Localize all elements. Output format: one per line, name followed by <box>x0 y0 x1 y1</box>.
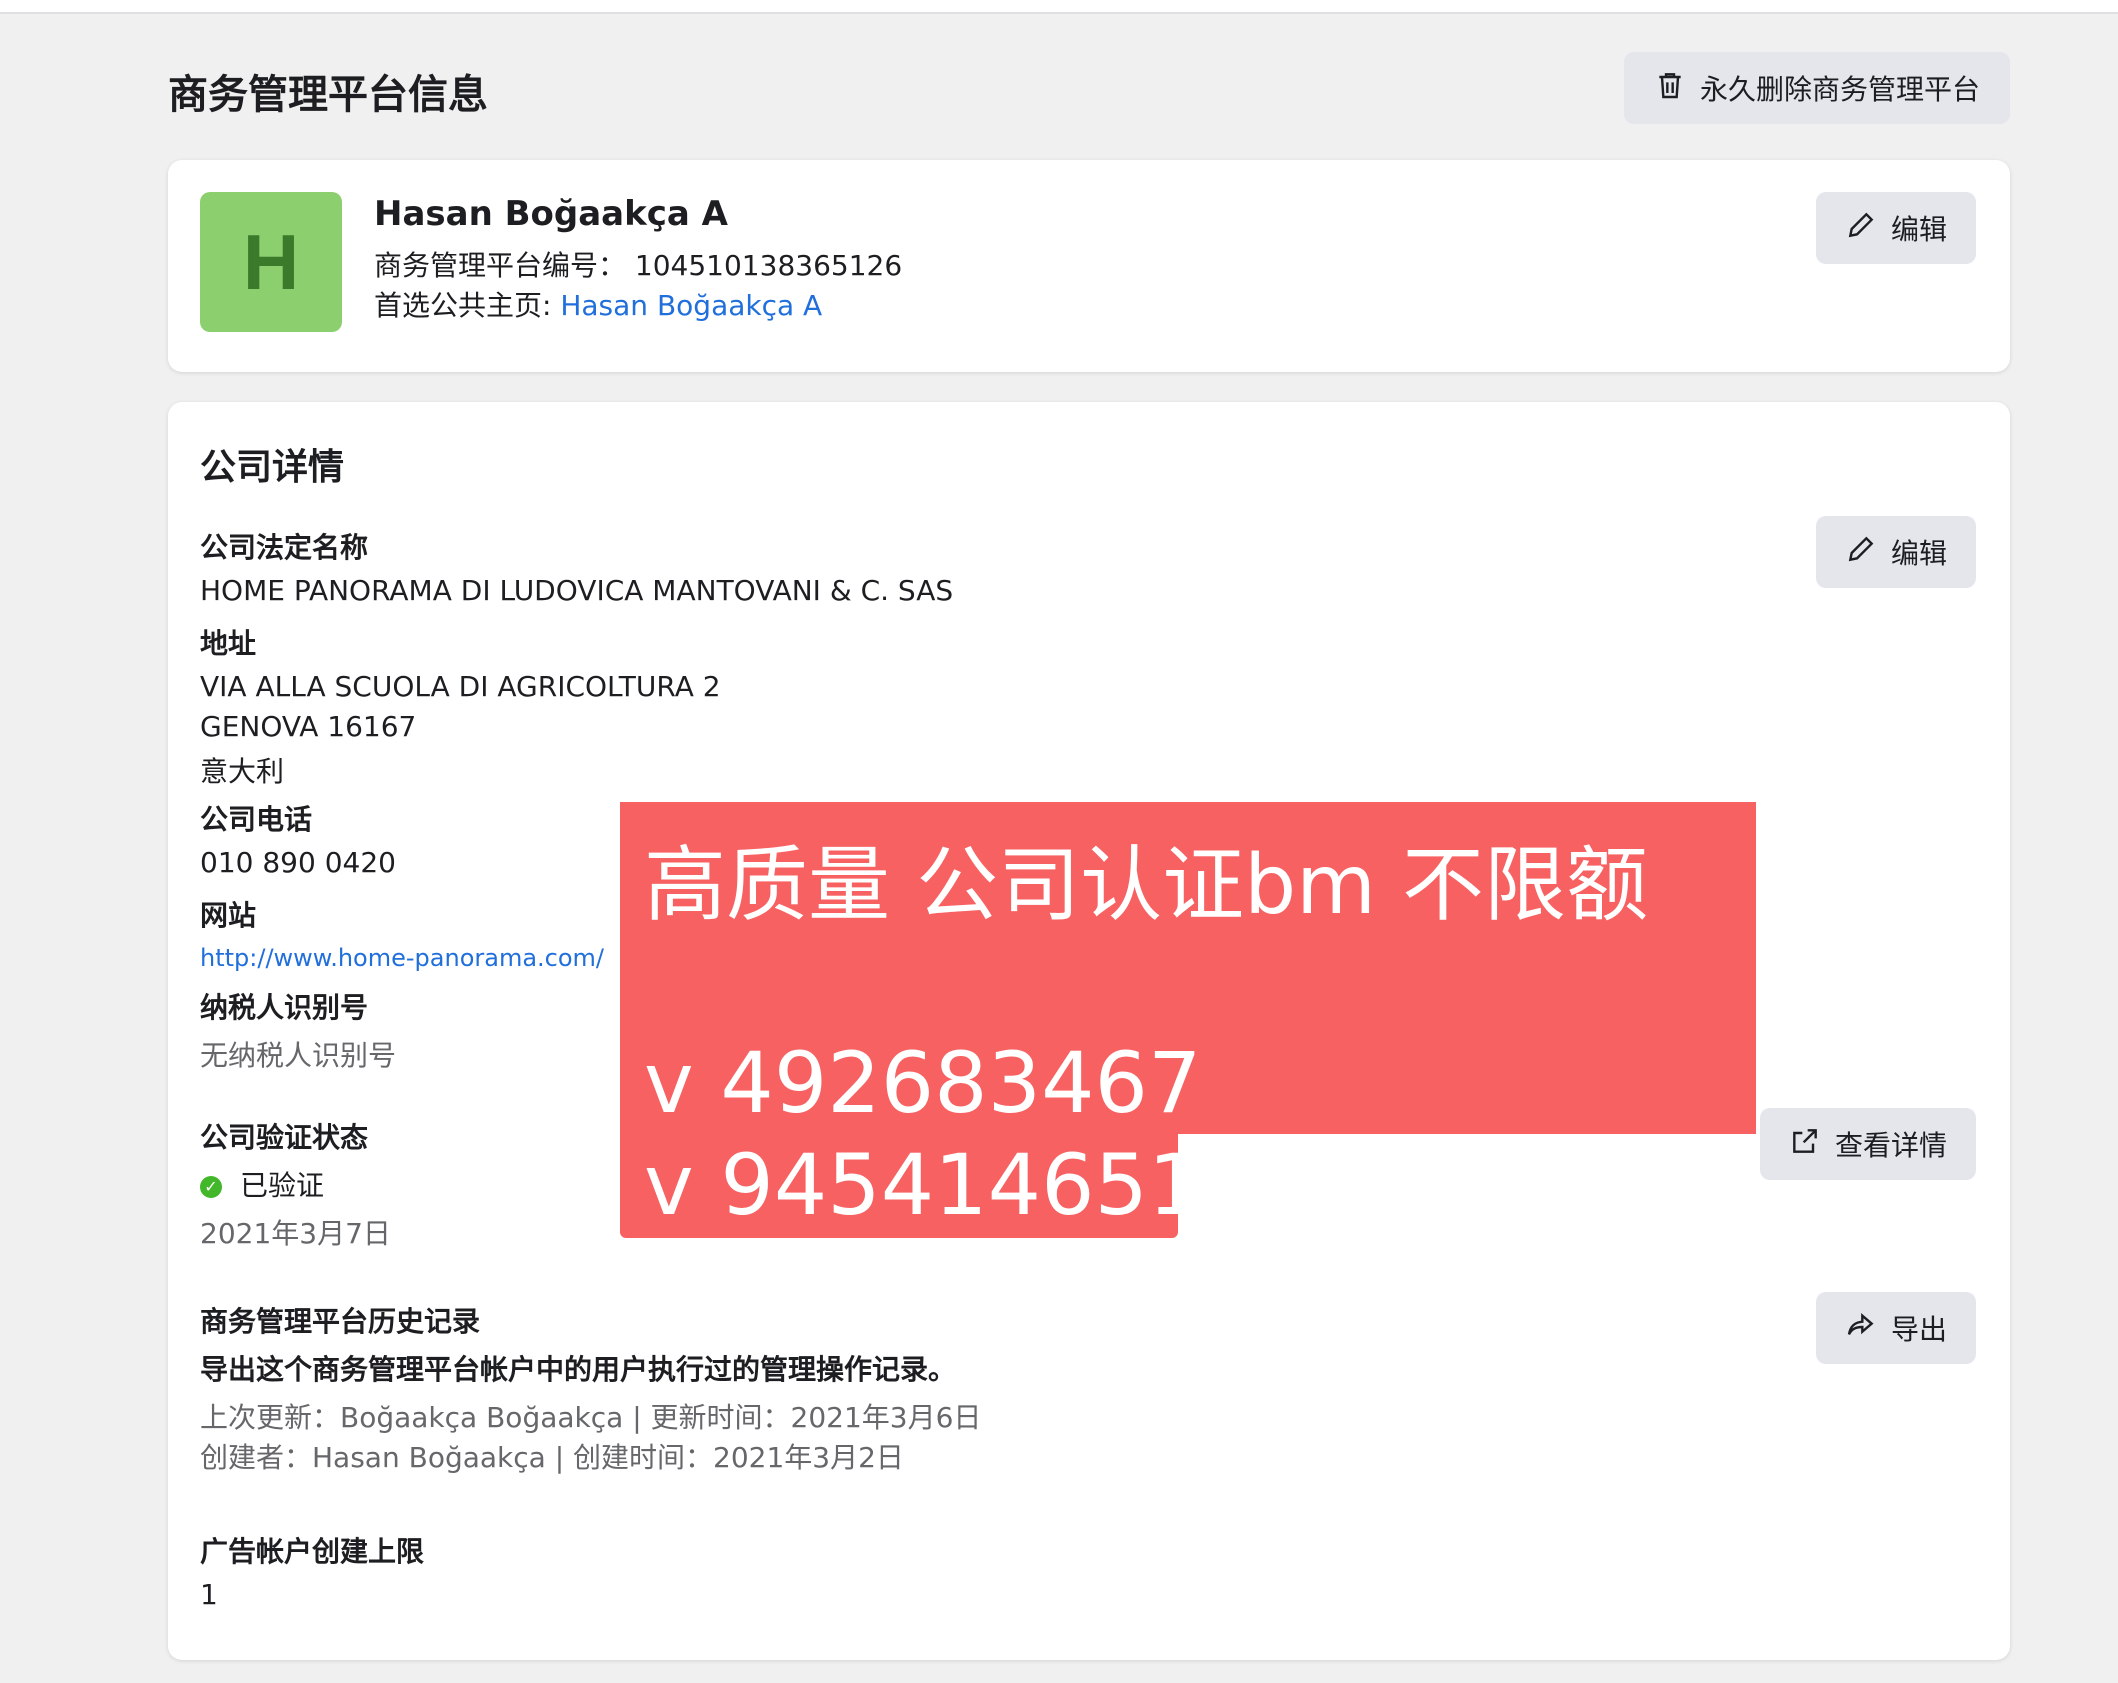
ad-limit-label: 广告帐户创建上限 <box>200 1535 425 1568</box>
share-arrow-icon <box>1845 1309 1877 1348</box>
primary-page-link[interactable]: Hasan Boğaakça A <box>560 289 822 322</box>
history-label: 商务管理平台历史记录 <box>200 1305 481 1338</box>
export-button[interactable]: 导出 <box>1816 1292 1976 1364</box>
history-description: 导出这个商务管理平台帐户中的用户执行过的管理操作记录。 <box>200 1353 957 1386</box>
top-bar <box>0 0 2118 14</box>
website-link[interactable]: http://www.home-panorama.com/ <box>200 944 604 972</box>
website-label: 网站 <box>200 899 257 932</box>
view-details-button[interactable]: 查看详情 <box>1760 1108 1976 1180</box>
overlay-contact-1: v 492683467 <box>644 1034 1202 1132</box>
phone-value: 010 890 0420 <box>200 846 396 879</box>
edit-label: 编辑 <box>1890 213 1947 246</box>
business-id-value: 104510138365126 <box>634 249 903 282</box>
primary-page-label: 首选公共主页: <box>374 289 561 322</box>
view-details-label: 查看详情 <box>1834 1129 1947 1162</box>
edit-label: 编辑 <box>1890 537 1947 570</box>
address-line-2: GENOVA 16167 <box>200 710 417 743</box>
edit-company-button[interactable]: 编辑 <box>1816 516 1976 588</box>
delete-business-button[interactable]: 永久删除商务管理平台 <box>1624 52 2010 124</box>
verification-date: 2021年3月7日 <box>200 1217 391 1250</box>
pencil-icon <box>1845 533 1877 572</box>
primary-page: 首选公共主页: Hasan Boğaakça A <box>374 284 822 324</box>
trash-icon <box>1654 69 1686 108</box>
business-profile-card: H Hasan Boğaakça A 商务管理平台编号： 10451013836… <box>168 160 2010 372</box>
export-label: 导出 <box>1890 1313 1947 1346</box>
overlay-title: 高质量 公司认证bm 不限额 <box>644 838 1649 933</box>
page-title: 商务管理平台信息 <box>168 72 488 118</box>
phone-label: 公司电话 <box>200 803 313 836</box>
legal-name-value: HOME PANORAMA DI LUDOVICA MANTOVANI & C.… <box>200 574 954 607</box>
verification-label: 公司验证状态 <box>200 1121 369 1154</box>
overlay-contact-2: v 945414651 <box>644 1136 1202 1234</box>
tax-id-value: 无纳税人识别号 <box>200 1039 397 1072</box>
address-label: 地址 <box>200 627 257 660</box>
tax-id-label: 纳税人识别号 <box>200 991 369 1024</box>
edit-profile-button[interactable]: 编辑 <box>1816 192 1976 264</box>
history-updated: 上次更新：Boğaakça Boğaakça | 更新时间：2021年3月6日 <box>200 1401 982 1434</box>
section-title: 公司详情 <box>200 447 345 488</box>
external-link-icon <box>1789 1125 1821 1164</box>
legal-name-label: 公司法定名称 <box>200 531 369 564</box>
verification-status-text: 已验证 <box>240 1169 325 1202</box>
history-created: 创建者：Hasan Boğaakça | 创建时间：2021年3月2日 <box>200 1441 904 1474</box>
ad-limit-value: 1 <box>200 1578 218 1611</box>
address-line-3: 意大利 <box>200 755 285 788</box>
business-id-label: 商务管理平台编号： <box>374 249 627 282</box>
pencil-icon <box>1845 209 1877 248</box>
business-name: Hasan Boğaakça A <box>374 194 728 234</box>
delete-button-label: 永久删除商务管理平台 <box>1699 73 1980 106</box>
verification-status: ✓ 已验证 <box>200 1164 324 1204</box>
address-line-1: VIA ALLA SCUOLA DI AGRICOLTURA 2 <box>200 670 721 703</box>
business-id: 商务管理平台编号： 104510138365126 <box>374 244 902 284</box>
check-circle-icon: ✓ <box>200 1176 222 1198</box>
avatar: H <box>200 192 342 332</box>
